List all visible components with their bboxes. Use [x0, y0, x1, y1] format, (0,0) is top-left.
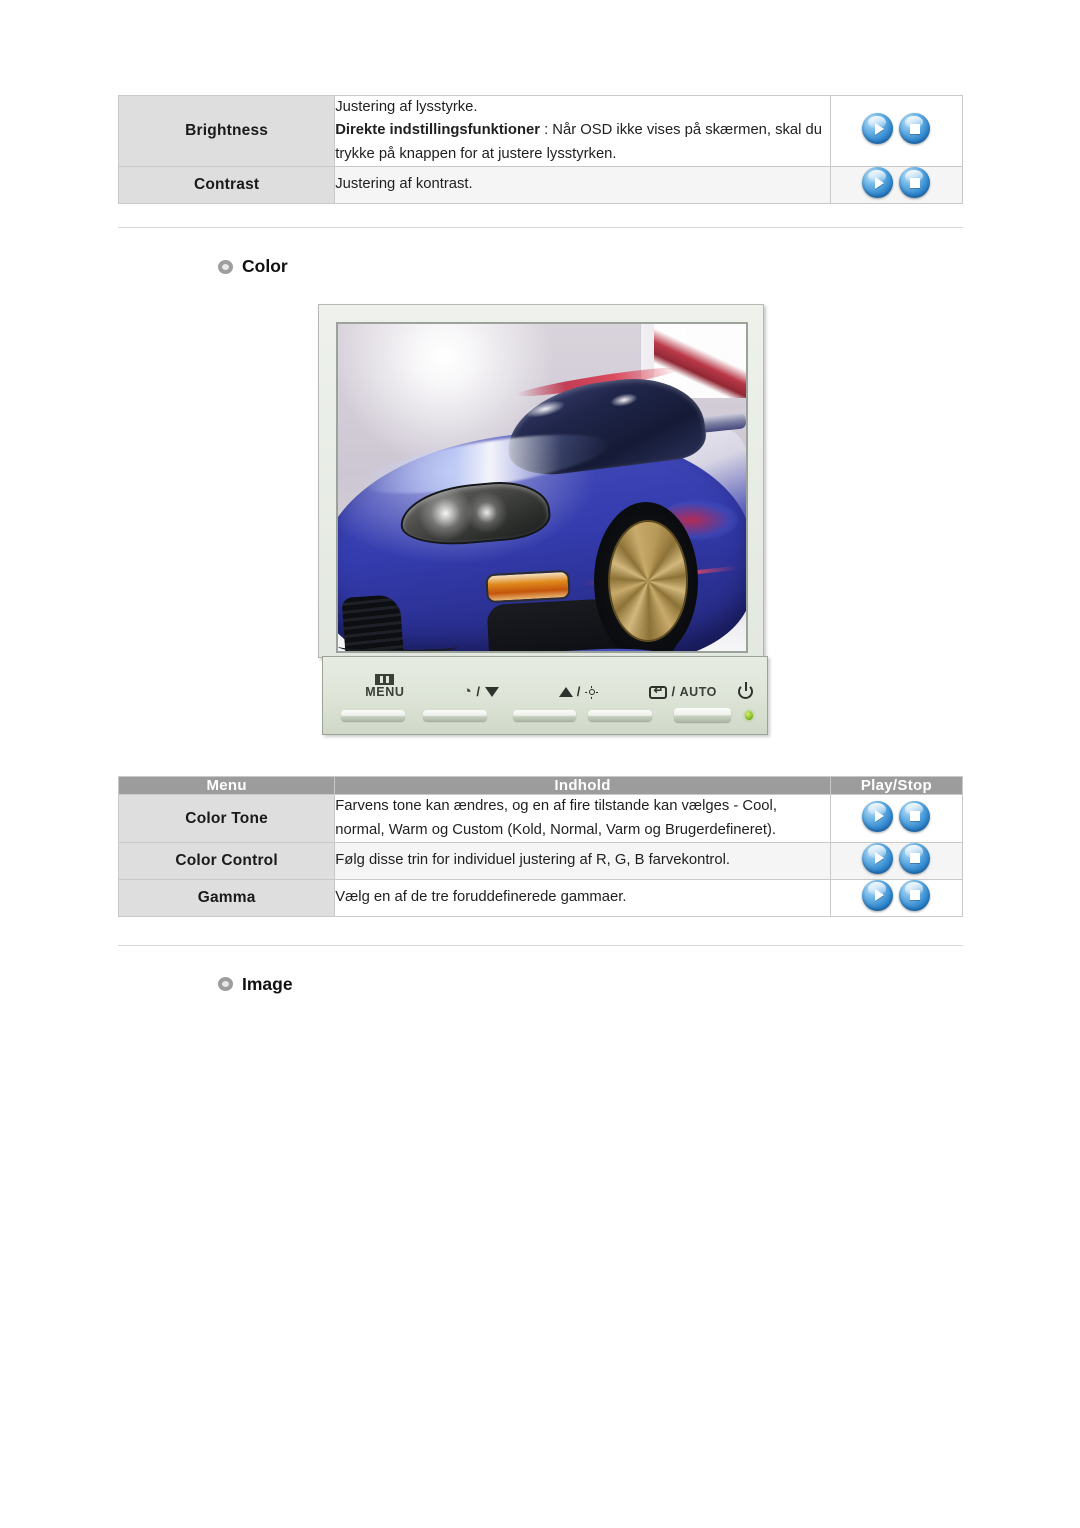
play-stop-cell-brightness	[829, 94, 964, 168]
ring-bullet-icon	[218, 259, 233, 274]
menu-label-color-tone: Color Tone	[117, 794, 336, 843]
page-title-image: Image	[242, 973, 293, 994]
play-icon	[874, 176, 884, 189]
content-gamma: Vælg en af de tre foruddefinerede gammae…	[334, 878, 831, 917]
stop-icon	[909, 123, 920, 134]
section-heading-image: Image	[218, 974, 1080, 995]
menu-icon	[375, 674, 395, 685]
table-row: Color Tone Farvens tone kan ændres, og e…	[117, 794, 964, 843]
content-color-control: Følg disse trin for individuel justering…	[334, 841, 831, 880]
power-hw-button[interactable]	[674, 708, 731, 723]
play-icon	[874, 889, 884, 902]
ring-bullet-icon	[218, 977, 233, 992]
column-header-indhold: Indhold	[334, 776, 831, 796]
screen-photo-car	[338, 324, 746, 652]
menu-label-contrast: Contrast	[117, 166, 336, 205]
stop-button[interactable]	[899, 113, 931, 145]
play-stop-cell-color-tone	[829, 794, 964, 843]
content-color-tone: Farvens tone kan ændres, og en af fire t…	[334, 794, 831, 843]
monitor-bezel	[318, 304, 764, 659]
stop-button[interactable]	[899, 879, 931, 911]
source-hw-button[interactable]	[588, 709, 653, 721]
color-options-table: Menu Indhold Play/Stop Color Tone Farven…	[117, 776, 964, 917]
slash-separator: /	[576, 684, 582, 700]
menu-label-gamma: Gamma	[117, 878, 336, 917]
play-icon	[874, 852, 884, 865]
monitor-screen	[336, 322, 748, 654]
power-icon	[738, 684, 753, 700]
arrow-up-icon	[558, 687, 573, 698]
table-row: Gamma Vælg en af de tre foruddefinerede …	[117, 878, 964, 917]
brightness-icon	[585, 686, 598, 699]
table-row: Contrast Justering af kontrast.	[117, 166, 964, 205]
stop-button[interactable]	[899, 800, 931, 832]
down-hw-button[interactable]	[422, 709, 487, 721]
column-header-menu: Menu	[117, 776, 336, 796]
stop-icon	[909, 177, 920, 188]
menu-hw-button[interactable]	[341, 709, 405, 721]
up-hw-button[interactable]	[512, 709, 577, 721]
play-stop-cell-contrast	[829, 166, 964, 205]
source-icon	[649, 684, 668, 699]
page-title-color: Color	[242, 256, 288, 277]
brightness-desc-line1: Justering af lysstyrke.	[335, 99, 478, 115]
arrow-down-icon	[484, 686, 499, 697]
menu-button-label[interactable]: MENU	[337, 674, 433, 699]
monitor-control-panel: MENU ◔ / / / AUTO	[322, 656, 768, 736]
stop-icon	[909, 811, 920, 821]
play-button[interactable]	[862, 879, 894, 911]
slash-separator: /	[476, 683, 481, 699]
play-stop-cell-gamma	[829, 878, 964, 917]
source-auto-button-label[interactable]: / AUTO	[628, 684, 738, 700]
brightness-up-button-label[interactable]: /	[529, 685, 629, 699]
stop-icon	[909, 890, 920, 901]
play-button[interactable]	[862, 113, 894, 145]
power-button-label[interactable]	[738, 684, 753, 700]
play-button[interactable]	[862, 800, 894, 832]
power-led	[744, 710, 753, 720]
content-contrast: Justering af kontrast.	[334, 166, 831, 205]
play-stop-cell-color-control	[829, 841, 964, 880]
column-header-play-stop: Play/Stop	[829, 776, 964, 796]
contrast-down-button-label[interactable]: ◔ /	[433, 684, 529, 699]
play-icon	[874, 810, 884, 822]
section-heading-color: Color	[218, 256, 1080, 277]
manual-page: Brightness Justering af lysstyrke. Direk…	[0, 0, 1080, 1528]
play-button[interactable]	[862, 167, 894, 199]
table-row: Color Control Følg disse trin for indivi…	[117, 841, 964, 880]
menu-label-brightness: Brightness	[117, 94, 336, 168]
table-row: Brightness Justering af lysstyrke. Direk…	[117, 94, 964, 168]
brightness-contrast-table: Brightness Justering af lysstyrke. Direk…	[117, 94, 964, 205]
table-header-row: Menu Indhold Play/Stop	[117, 776, 964, 796]
play-button[interactable]	[862, 842, 894, 874]
brightness-desc-bold: Direkte indstillingsfunktioner	[335, 122, 540, 139]
contrast-icon: ◔	[462, 683, 473, 701]
play-icon	[874, 122, 884, 135]
stop-button[interactable]	[899, 842, 931, 874]
menu-text: MENU	[365, 685, 405, 699]
content-brightness: Justering af lysstyrke. Direkte indstill…	[334, 94, 831, 168]
menu-label-color-control: Color Control	[117, 841, 336, 880]
slash-separator: /	[671, 684, 676, 700]
monitor-illustration	[318, 304, 764, 659]
stop-icon	[909, 853, 920, 864]
auto-text: AUTO	[679, 684, 717, 699]
stop-button[interactable]	[899, 167, 931, 199]
